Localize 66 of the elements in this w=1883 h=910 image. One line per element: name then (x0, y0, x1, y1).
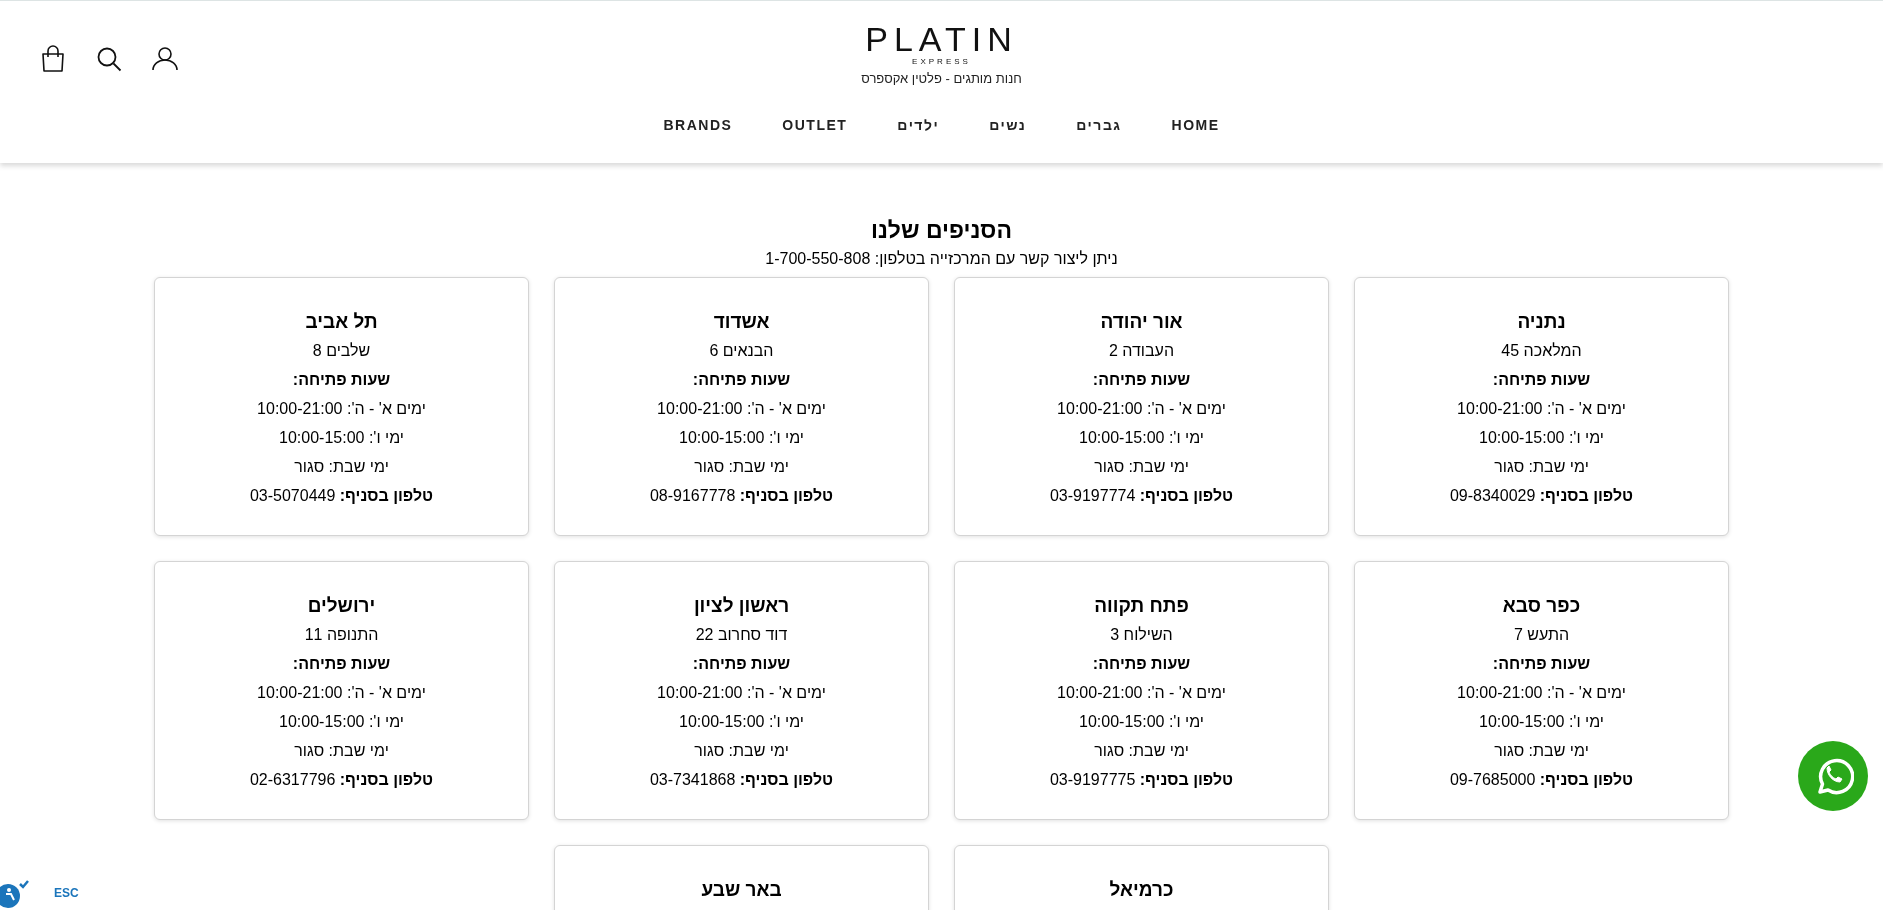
page-subtitle: ניתן ליצור קשר עם המרכזייה בטלפון: 1-700-550-808 (765, 249, 1118, 269)
hours-line: ימי שבת: סגור (294, 741, 389, 761)
hours-line: ימי שבת: סגור (1494, 741, 1589, 761)
hours-title: שעות פתיחה: (1092, 370, 1191, 390)
hours-line: ימי ו': 10:00-15:00 (1079, 712, 1204, 732)
branch-address: שלבים 8 (312, 341, 371, 361)
hours-line: ימי ו': 10:00-15:00 (1079, 428, 1204, 448)
branch-name: תל אביב (305, 310, 378, 334)
hours-line: ימי שבת: סגור (1094, 457, 1189, 477)
branch-name: כפר סבא (1502, 594, 1581, 618)
hours-line: ימים א' - ה': 10:00-21:00 (1457, 399, 1626, 419)
branch-name: כרמיאל (1109, 878, 1174, 902)
hours-line: ימים א' - ה': 10:00-21:00 (657, 399, 826, 419)
branch-name: אשדוד (713, 310, 770, 334)
hours-line: ימים א' - ה': 10:00-21:00 (1457, 683, 1626, 703)
branch-name: ראשון לציון (693, 594, 790, 618)
branch-address: דוד סחרוב 22 (695, 625, 788, 645)
user-icon[interactable] (152, 47, 178, 71)
hours-line: ימים א' - ה': 10:00-21:00 (257, 399, 426, 419)
hours-title: שעות פתיחה: (692, 370, 791, 390)
branch-address: העבודה 2 (1108, 341, 1175, 361)
branch-name: נתניה (1517, 310, 1566, 334)
hours-line: ימי ו': 10:00-15:00 (679, 712, 804, 732)
hours-line: ימי שבת: סגור (1494, 457, 1589, 477)
hours-title: שעות פתיחה: (292, 370, 391, 390)
logo-subtitle: EXPRESS (912, 57, 971, 67)
branch-address: הבנאים 6 (709, 341, 774, 361)
logo[interactable]: PLATIN (865, 21, 1018, 57)
hours-title: שעות פתיחה: (292, 654, 391, 674)
hours-title: שעות פתיחה: (1492, 370, 1591, 390)
hours-line: ימי שבת: סגור (694, 741, 789, 761)
branch-name: פתח תקווה (1094, 594, 1189, 618)
hours-line: ימי ו': 10:00-15:00 (279, 428, 404, 448)
hours-title: שעות פתיחה: (692, 654, 791, 674)
shopping-bag-icon[interactable] (40, 45, 66, 73)
branch-name: באר שבע (701, 878, 782, 902)
branch-name: אור יהודה (1100, 310, 1183, 334)
hours-line: ימי ו': 10:00-15:00 (679, 428, 804, 448)
page-title: הסניפים שלנו (871, 216, 1012, 245)
search-icon[interactable] (96, 46, 122, 72)
nav-link[interactable]: גברים (1074, 114, 1124, 136)
hours-line: ימי שבת: סגור (694, 457, 789, 477)
hours-line: ימים א' - ה': 10:00-21:00 (1057, 683, 1226, 703)
hours-line: ימים א' - ה': 10:00-21:00 (657, 683, 826, 703)
branch-address: השילוח 3 (1110, 625, 1173, 645)
accessibility-esc-label: ESC (54, 885, 79, 902)
nav-link[interactable]: נשים (987, 114, 1029, 136)
branch-address: התעש 7 (1513, 625, 1570, 645)
branch-address: התנופה 11 (304, 625, 379, 645)
branch-name: ירושלים (307, 594, 376, 618)
hours-line: ימי שבת: סגור (1094, 741, 1189, 761)
hours-line: ימים א' - ה': 10:00-21:00 (1057, 399, 1226, 419)
hours-line: ימים א' - ה': 10:00-21:00 (257, 683, 426, 703)
hours-line: ימי ו': 10:00-15:00 (279, 712, 404, 732)
tagline: חנות מותגים - פלטין אקספרס (861, 70, 1022, 88)
accessibility-icon[interactable] (0, 878, 30, 908)
nav-link[interactable]: OUTLET (780, 114, 850, 136)
hours-title: שעות פתיחה: (1092, 654, 1191, 674)
nav-link[interactable]: BRANDS (661, 114, 735, 136)
hours-line: ימי שבת: סגור (294, 457, 389, 477)
hours-title: שעות פתיחה: (1492, 654, 1591, 674)
hours-line: ימי ו': 10:00-15:00 (1479, 428, 1604, 448)
hours-line: ימי ו': 10:00-15:00 (1479, 712, 1604, 732)
branch-address: המלאכה 45 (1501, 341, 1582, 361)
nav-link[interactable]: ילדים (895, 114, 942, 136)
nav-link[interactable]: HOME (1169, 114, 1222, 136)
